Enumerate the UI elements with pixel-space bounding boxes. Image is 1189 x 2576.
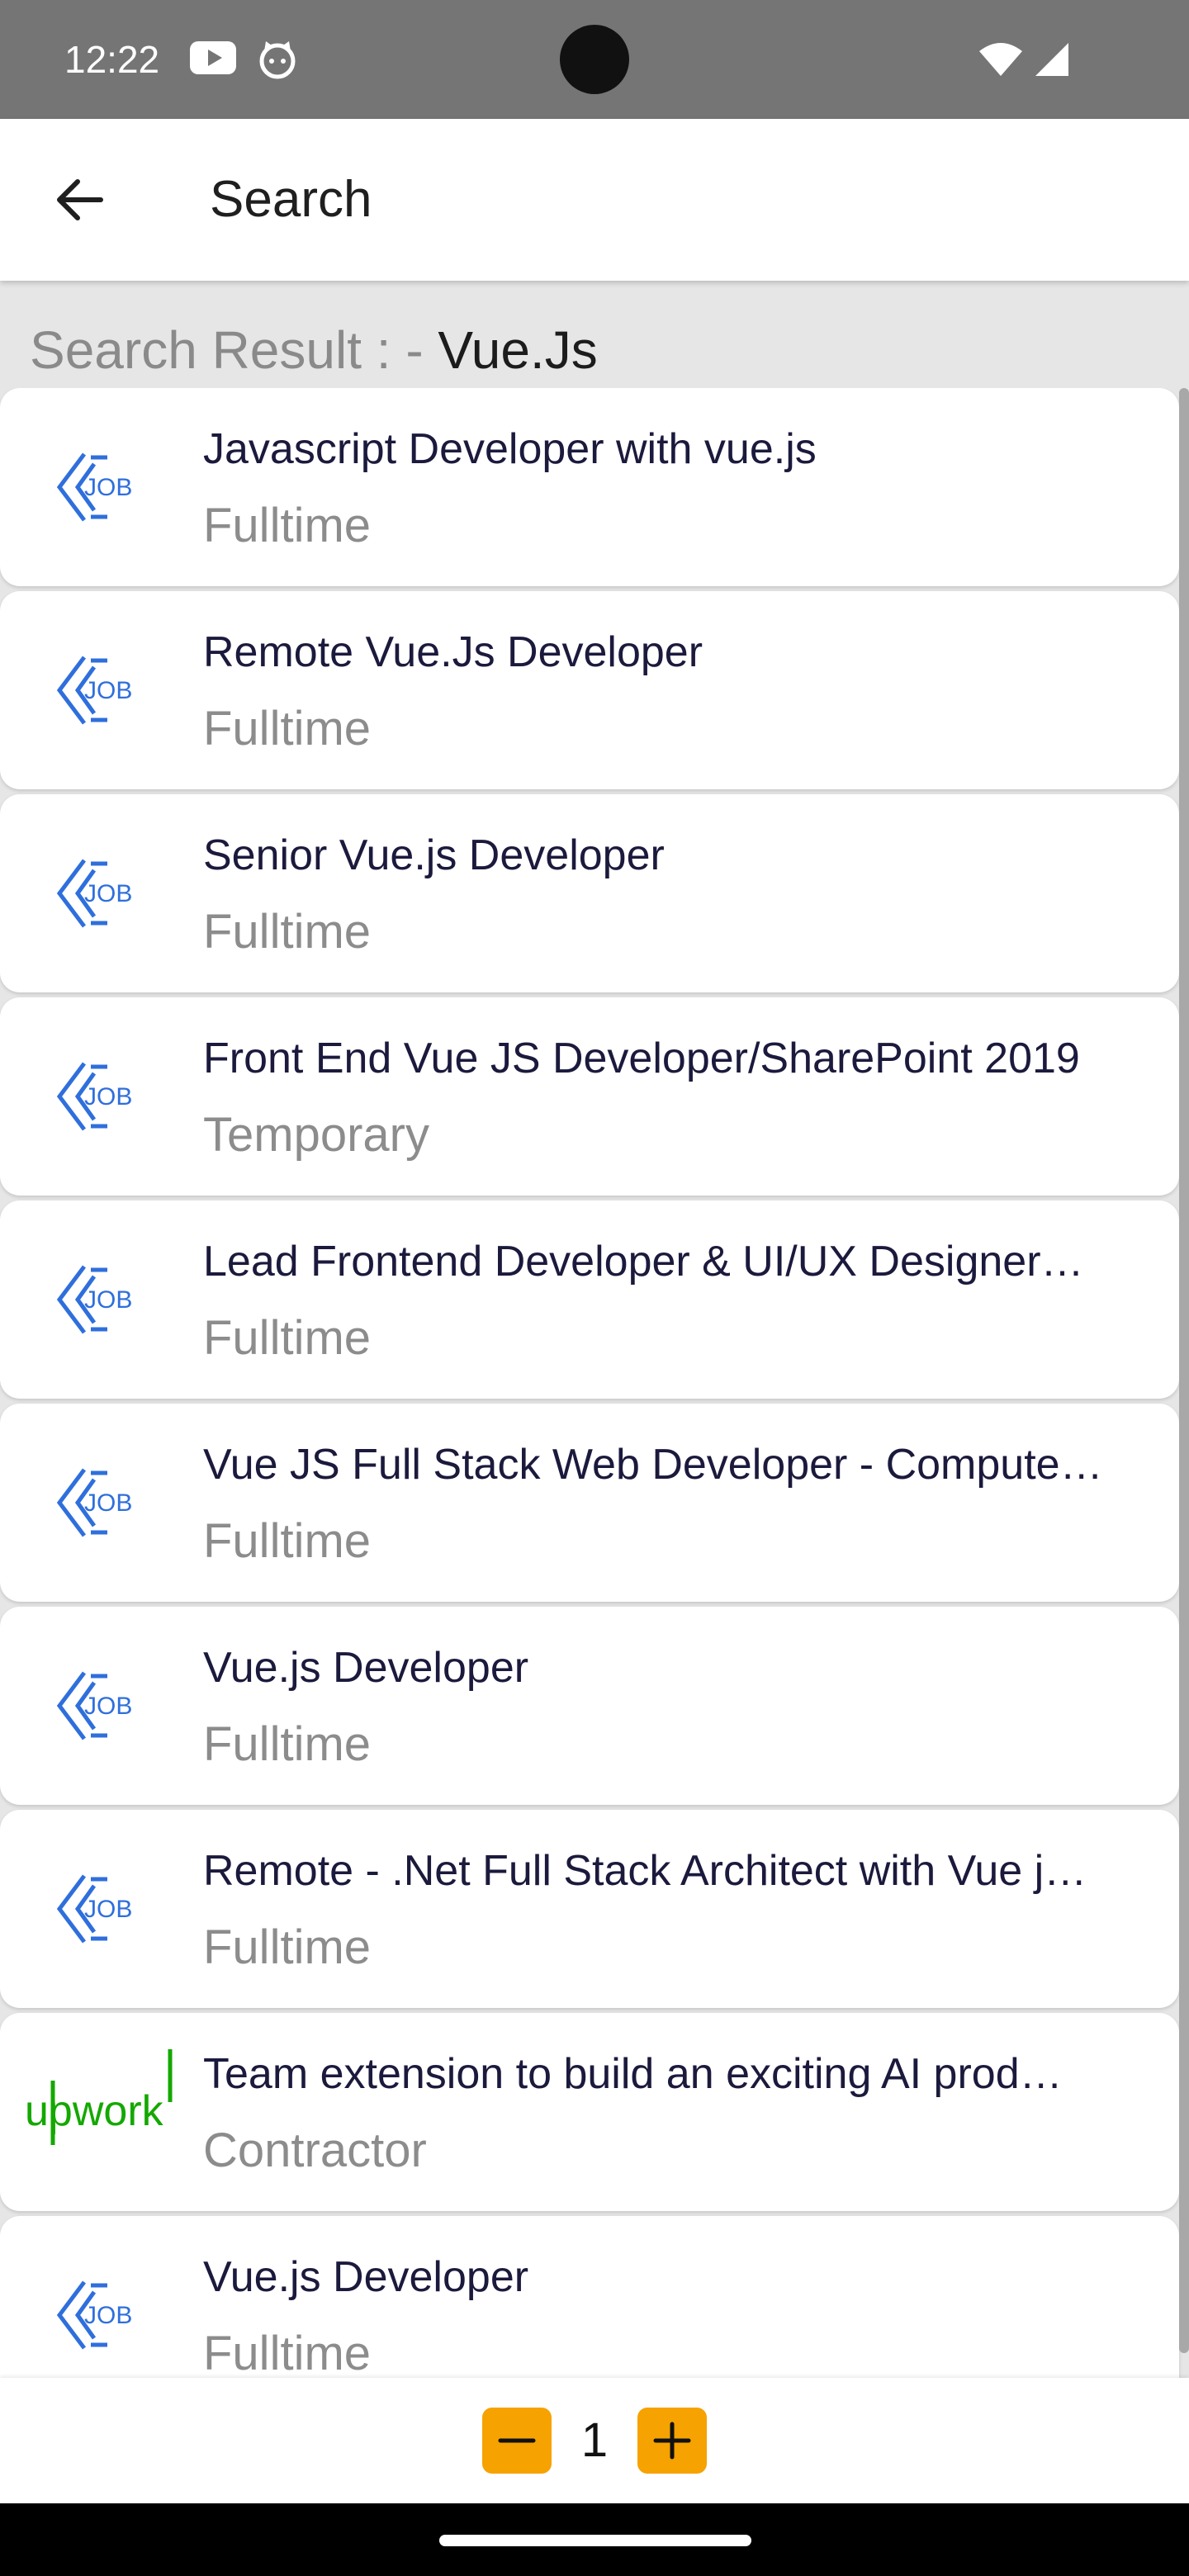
job-title: Vue JS Full Stack Web Developer - Comput… [203, 1441, 1103, 1489]
svg-text:JOB: JOB [84, 1083, 132, 1110]
svg-text:JOB: JOB [84, 474, 132, 501]
job-logo-icon: JOB [56, 656, 132, 725]
camera-cutout [560, 25, 629, 94]
status-time: 12:22 [64, 38, 160, 81]
job-type: Fulltime [203, 499, 372, 552]
job-logo-icon: JOB [56, 1874, 132, 1944]
job-title: Vue.js Developer [203, 2253, 529, 2301]
home-indicator[interactable] [439, 2535, 751, 2546]
result-item[interactable]: JOB Lead Frontend Developer & UI/UX Desi… [0, 1200, 1179, 1399]
job-title: Remote Vue.Js Developer [203, 628, 703, 676]
result-item[interactable]: JOB Front End Vue JS Developer/SharePoin… [0, 997, 1179, 1196]
page-number: 1 [580, 2413, 609, 2467]
back-button[interactable] [33, 154, 126, 246]
job-title: Senior Vue.js Developer [203, 831, 665, 879]
job-title: Javascript Developer with vue.js [203, 425, 817, 473]
wifi-icon [978, 41, 1024, 82]
result-item[interactable]: upwork Team extension to build an exciti… [0, 2013, 1179, 2211]
job-type: Fulltime [203, 2327, 372, 2378]
job-title: Front End Vue JS Developer/SharePoint 20… [203, 1035, 1080, 1082]
job-type: Fulltime [203, 702, 372, 755]
job-type: Fulltime [203, 1311, 372, 1365]
youtube-icon [190, 40, 238, 80]
svg-text:JOB: JOB [84, 1286, 132, 1314]
svg-text:JOB: JOB [84, 2302, 132, 2329]
job-type: Contractor [203, 2124, 427, 2177]
result-item[interactable]: JOB Vue.js Developer Fulltime [0, 2216, 1179, 2378]
result-item[interactable]: JOB Vue JS Full Stack Web Developer - Co… [0, 1404, 1179, 1602]
job-type: Fulltime [203, 905, 372, 959]
page-title: Search [210, 171, 372, 228]
arrow-back-icon [57, 179, 103, 220]
search-query: Vue.Js [438, 320, 598, 380]
result-item[interactable]: JOB Javascript Developer with vue.js Ful… [0, 388, 1179, 586]
svg-text:JOB: JOB [84, 1489, 132, 1517]
status-bar: 12:22 [0, 0, 1189, 119]
minus-icon [498, 2438, 536, 2443]
system-nav-bar [0, 2503, 1189, 2576]
job-logo-icon: JOB [56, 1671, 132, 1740]
job-title: Remote - .Net Full Stack Architect with … [203, 1847, 1087, 1895]
result-item[interactable]: JOB Senior Vue.js Developer Fulltime [0, 794, 1179, 992]
next-page-button[interactable] [637, 2408, 707, 2474]
job-logo-icon: JOB [56, 452, 132, 522]
job-logo-icon: JOB [56, 1062, 132, 1131]
svg-text:JOB: JOB [84, 880, 132, 907]
result-item[interactable]: JOB Remote Vue.Js Developer Fulltime [0, 591, 1179, 789]
pagination-bar: 1 [0, 2378, 1189, 2503]
search-result-prefix: Search Result : - [30, 320, 438, 380]
cat-face-icon [258, 40, 297, 83]
job-logo-icon: JOB [56, 1468, 132, 1537]
app-bar: Search [0, 119, 1189, 281]
job-type: Fulltime [203, 1920, 372, 1974]
result-item[interactable]: JOB Remote - .Net Full Stack Architect w… [0, 1810, 1179, 2008]
plus-icon [653, 2422, 691, 2460]
list-scrollbar[interactable] [1179, 388, 1189, 2353]
job-logo-icon: JOB [56, 1265, 132, 1334]
svg-text:upwork: upwork [25, 2087, 164, 2135]
result-list[interactable]: JOB Javascript Developer with vue.js Ful… [0, 388, 1189, 2378]
svg-text:JOB: JOB [84, 1693, 132, 1720]
job-type: Fulltime [203, 1514, 372, 1568]
svg-text:JOB: JOB [84, 677, 132, 704]
search-result-heading: Search Result : - Vue.Js [30, 315, 598, 385]
result-item[interactable]: JOB Vue.js Developer Fulltime [0, 1607, 1179, 1805]
svg-text:JOB: JOB [84, 1896, 132, 1923]
previous-page-button[interactable] [482, 2408, 552, 2474]
upwork-logo: upwork [25, 2049, 173, 2145]
job-logo-icon: JOB [56, 2280, 132, 2350]
job-title: Team extension to build an exciting AI p… [203, 2050, 1063, 2098]
job-logo-icon: JOB [56, 859, 132, 928]
job-type: Temporary [203, 1108, 429, 1162]
job-type: Fulltime [203, 1717, 372, 1771]
signal-icon [1032, 41, 1070, 82]
job-title: Lead Frontend Developer & UI/UX Designer… [203, 1238, 1084, 1286]
job-title: Vue.js Developer [203, 1644, 529, 1692]
